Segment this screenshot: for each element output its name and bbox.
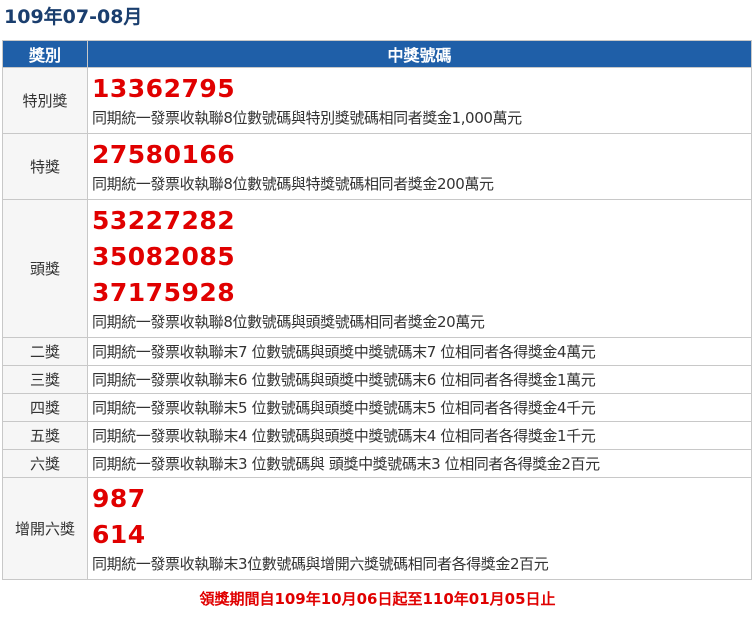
prize-numbers-cell: 同期統一發票收執聯末6 位數號碼與頭獎中獎號碼末6 位相同者各得獎金1萬元 bbox=[87, 365, 752, 394]
prize-category: 二獎 bbox=[2, 337, 88, 366]
table-row: 特獎 27580166 同期統一發票收執聯8位數號碼與特獎號碼相同者獎金200萬… bbox=[2, 133, 752, 200]
prize-description: 同期統一發票收執聯8位數號碼與特獎號碼相同者獎金200萬元 bbox=[92, 175, 494, 193]
prize-description: 同期統一發票收執聯末5 位數號碼與頭獎中獎號碼末5 位相同者各得獎金4千元 bbox=[92, 398, 596, 417]
table-row: 三獎 同期統一發票收執聯末6 位數號碼與頭獎中獎號碼末6 位相同者各得獎金1萬元 bbox=[2, 365, 752, 394]
prize-category: 三獎 bbox=[2, 365, 88, 394]
prize-category: 五獎 bbox=[2, 421, 88, 450]
winning-number: 35082085 bbox=[92, 242, 236, 271]
table-header-row: 獎別 中獎號碼 bbox=[2, 40, 752, 68]
winning-number: 37175928 bbox=[92, 278, 236, 307]
table-row: 特別獎 13362795 同期統一發票收執聯8位數號碼與特別獎號碼相同者獎金1,… bbox=[2, 67, 752, 134]
prize-category: 頭獎 bbox=[2, 199, 88, 338]
prize-numbers-cell: 27580166 同期統一發票收執聯8位數號碼與特獎號碼相同者獎金200萬元 bbox=[87, 133, 752, 200]
table-row: 五獎 同期統一發票收執聯末4 位數號碼與頭獎中獎號碼末4 位相同者各得獎金1千元 bbox=[2, 421, 752, 450]
prize-numbers-cell: 同期統一發票收執聯末7 位數號碼與頭獎中獎號碼末7 位相同者各得獎金4萬元 bbox=[87, 337, 752, 366]
table-row: 二獎 同期統一發票收執聯末7 位數號碼與頭獎中獎號碼末7 位相同者各得獎金4萬元 bbox=[2, 337, 752, 366]
prize-description: 同期統一發票收執聯8位數號碼與頭獎號碼相同者獎金20萬元 bbox=[92, 313, 485, 331]
prize-description: 同期統一發票收執聯末3 位數號碼與 頭獎中獎號碼末3 位相同者各得獎金2百元 bbox=[92, 454, 600, 473]
prize-numbers-cell: 13362795 同期統一發票收執聯8位數號碼與特別獎號碼相同者獎金1,000萬… bbox=[87, 67, 752, 134]
prize-table: 獎別 中獎號碼 特別獎 13362795 同期統一發票收執聯8位數號碼與特別獎號… bbox=[2, 40, 752, 580]
prize-numbers-cell: 987 614 同期統一發票收執聯末3位數號碼與增開六獎號碼相同者各得獎金2百元 bbox=[87, 477, 752, 580]
claim-period-note: 領獎期間自109年10月06日起至110年01月05日止 bbox=[199, 590, 556, 608]
table-row: 六獎 同期統一發票收執聯末3 位數號碼與 頭獎中獎號碼末3 位相同者各得獎金2百… bbox=[2, 449, 752, 478]
prize-numbers-cell: 同期統一發票收執聯末5 位數號碼與頭獎中獎號碼末5 位相同者各得獎金4千元 bbox=[87, 393, 752, 422]
prize-category: 特獎 bbox=[2, 133, 88, 200]
winning-number: 13362795 bbox=[92, 74, 236, 103]
winning-number: 987 bbox=[92, 484, 146, 513]
table-row: 增開六獎 987 614 同期統一發票收執聯末3位數號碼與增開六獎號碼相同者各得… bbox=[2, 477, 752, 580]
prize-description: 同期統一發票收執聯末4 位數號碼與頭獎中獎號碼末4 位相同者各得獎金1千元 bbox=[92, 426, 596, 445]
prize-category: 增開六獎 bbox=[2, 477, 88, 580]
table-row: 四獎 同期統一發票收執聯末5 位數號碼與頭獎中獎號碼末5 位相同者各得獎金4千元 bbox=[2, 393, 752, 422]
prize-description: 同期統一發票收執聯8位數號碼與特別獎號碼相同者獎金1,000萬元 bbox=[92, 109, 522, 127]
prize-numbers-cell: 同期統一發票收執聯末4 位數號碼與頭獎中獎號碼末4 位相同者各得獎金1千元 bbox=[87, 421, 752, 450]
column-header-category: 獎別 bbox=[2, 40, 88, 68]
prize-category: 四獎 bbox=[2, 393, 88, 422]
column-header-numbers: 中獎號碼 bbox=[87, 40, 752, 68]
prize-description: 同期統一發票收執聯末7 位數號碼與頭獎中獎號碼末7 位相同者各得獎金4萬元 bbox=[92, 342, 596, 361]
prize-category: 六獎 bbox=[2, 449, 88, 478]
winning-number: 53227282 bbox=[92, 206, 236, 235]
prize-numbers-cell: 同期統一發票收執聯末3 位數號碼與 頭獎中獎號碼末3 位相同者各得獎金2百元 bbox=[87, 449, 752, 478]
table-row: 頭獎 53227282 35082085 37175928 同期統一發票收執聯8… bbox=[2, 199, 752, 338]
winning-number: 27580166 bbox=[92, 140, 236, 169]
prize-description: 同期統一發票收執聯末3位數號碼與增開六獎號碼相同者各得獎金2百元 bbox=[92, 555, 549, 573]
prize-category: 特別獎 bbox=[2, 67, 88, 134]
winning-number: 614 bbox=[92, 520, 146, 549]
prize-description: 同期統一發票收執聯末6 位數號碼與頭獎中獎號碼末6 位相同者各得獎金1萬元 bbox=[92, 370, 596, 389]
page-title: 109年07-08月 bbox=[4, 6, 143, 28]
prize-numbers-cell: 53227282 35082085 37175928 同期統一發票收執聯8位數號… bbox=[87, 199, 752, 338]
